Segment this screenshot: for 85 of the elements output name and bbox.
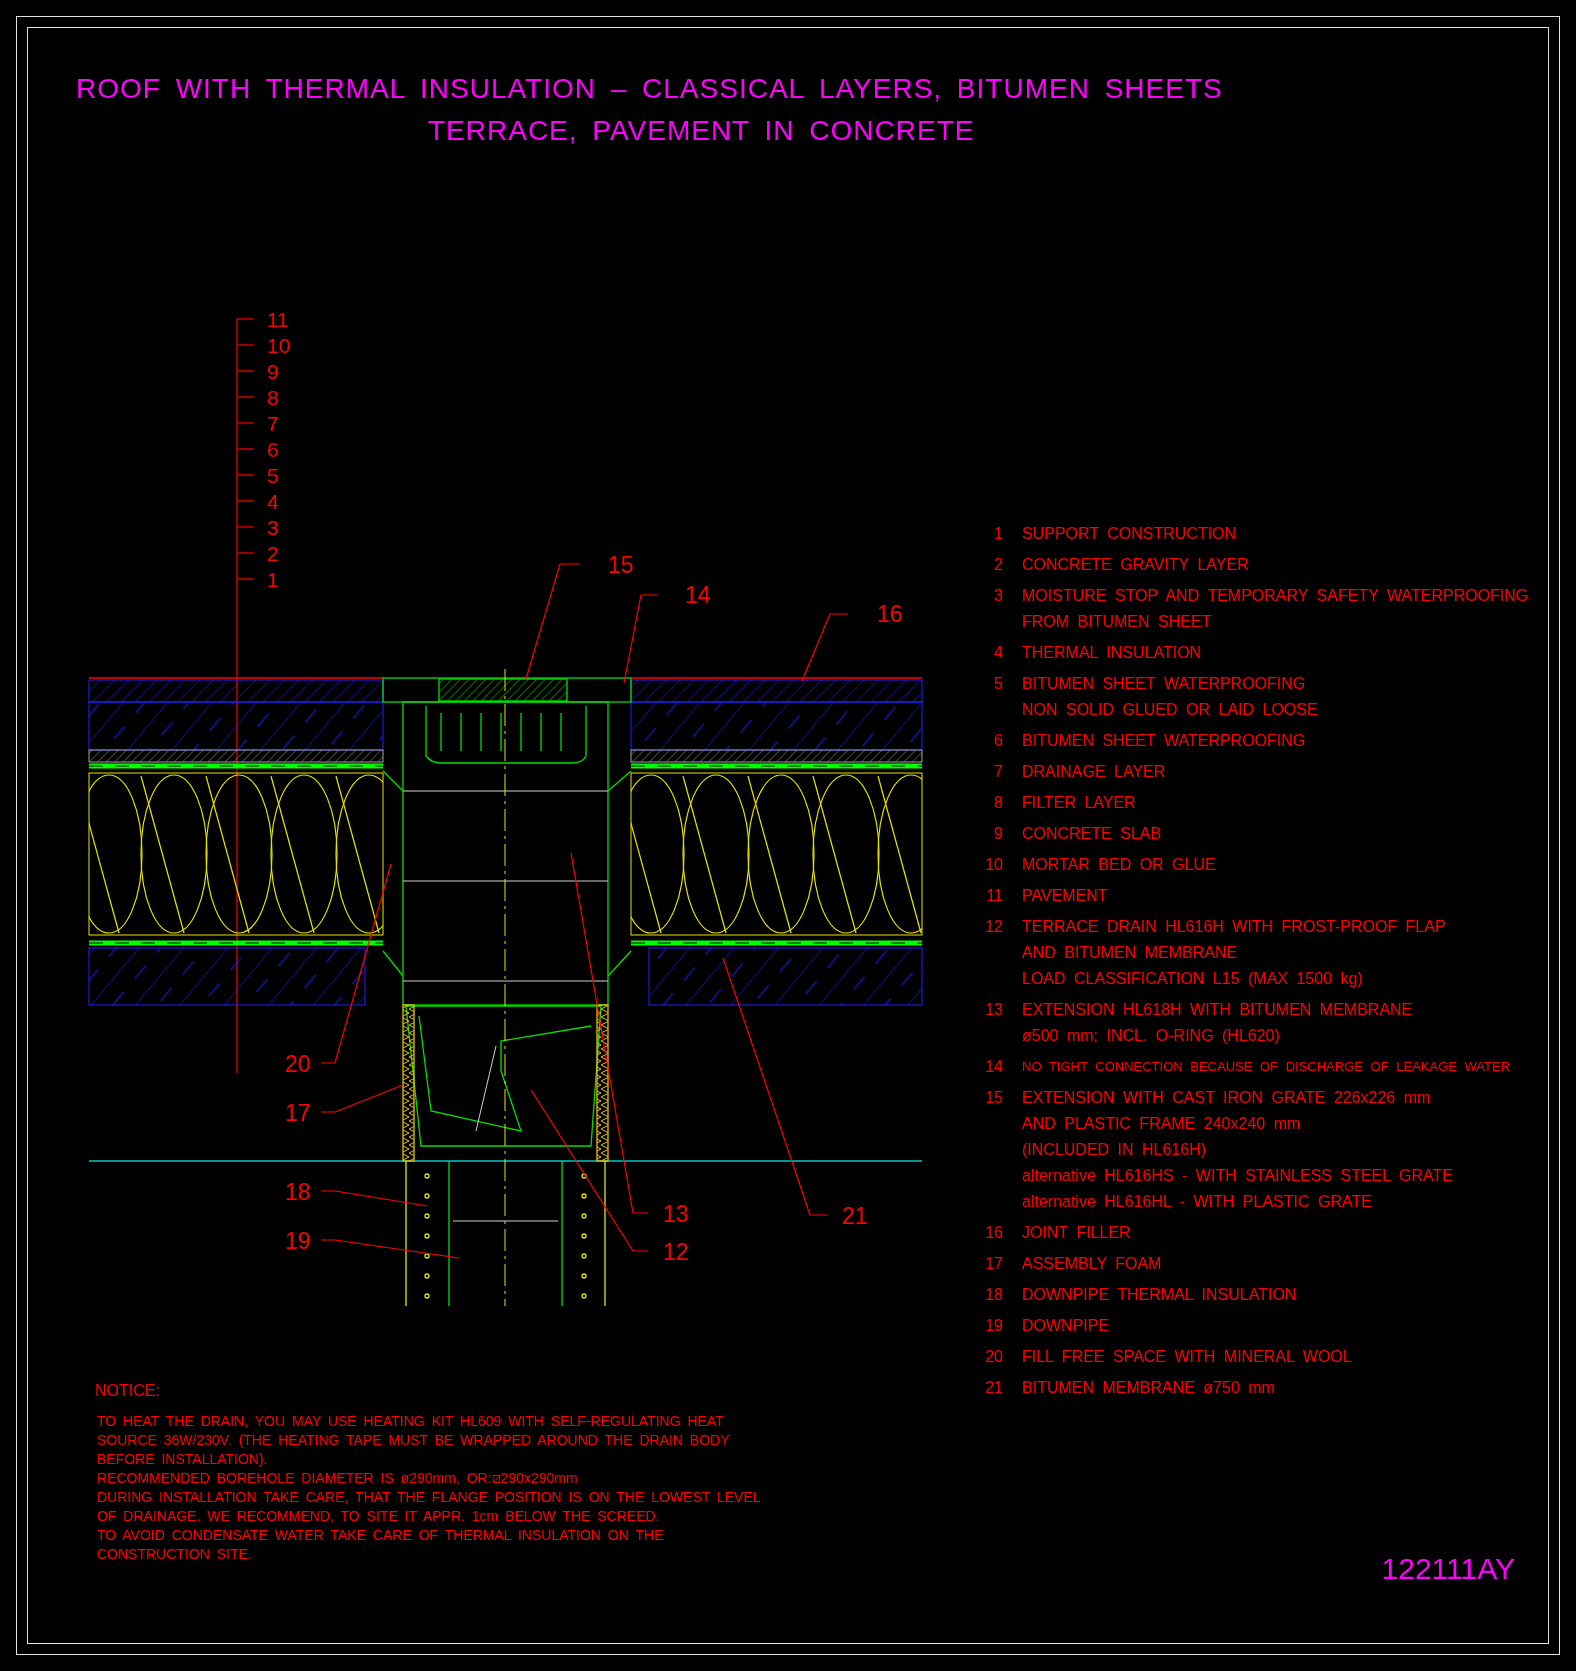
level-label: 8 <box>267 386 279 409</box>
legend-number: 3 <box>993 586 1003 606</box>
legend-text: DOWNPIPE THERMAL INSULATION <box>1022 1285 1297 1305</box>
legend-text: PAVEMENT <box>1022 886 1108 906</box>
legend-number: 8 <box>993 793 1003 813</box>
legend-number: 9 <box>993 824 1003 844</box>
legend-number: 1 <box>993 524 1003 544</box>
drawing-number: 122111AY <box>1381 1551 1515 1587</box>
legend-number: 20 <box>984 1347 1003 1367</box>
legend-number: 19 <box>984 1316 1003 1336</box>
legend-text: FILL FREE SPACE WITH MINERAL WOOL <box>1022 1347 1352 1367</box>
legend-number: 12 <box>984 917 1003 937</box>
legend-text: CONCRETE GRAVITY LAYER <box>1022 555 1249 575</box>
notice-text: RECOMMENDED BOREHOLE DIAMETER IS ø290mm, OR:⧄290x290mm <box>97 1469 578 1488</box>
legend-text: CONCRETE SLAB <box>1022 824 1162 844</box>
legend-text: FROM BITUMEN SHEET <box>1022 612 1212 632</box>
legend-number: 17 <box>984 1254 1003 1274</box>
notice-text: TO HEAT THE DRAIN, YOU MAY USE HEATING KIT HL609 WITH SELF-REGULATING HEAT <box>97 1412 724 1431</box>
legend-number: 6 <box>993 731 1003 751</box>
callout-number: 17 <box>285 1100 311 1126</box>
legend-text: FILTER LAYER <box>1022 793 1136 813</box>
notice-text: DURING INSTALLATION TAKE CARE, THAT THE FLANGE POSITION IS ON THE LOWEST LEVEL <box>97 1488 761 1507</box>
callout-number: 14 <box>685 582 711 608</box>
callout-number: 19 <box>285 1228 311 1254</box>
legend-number: 18 <box>984 1285 1003 1305</box>
level-label: 5 <box>267 464 279 487</box>
legend-text: EXTENSION WITH CAST IRON GRATE 226x226 mm <box>1022 1088 1431 1108</box>
level-label: 7 <box>267 412 279 435</box>
legend-text: EXTENSION HL618H WITH BITUMEN MEMBRANE <box>1022 1000 1413 1020</box>
legend-text: MOISTURE STOP AND TEMPORARY SAFETY WATERPROOFING <box>1022 586 1529 606</box>
level-label: 2 <box>267 542 279 565</box>
legend-text: JOINT FILLER <box>1022 1223 1131 1243</box>
legend-number: 21 <box>984 1378 1003 1398</box>
legend-number: 16 <box>984 1223 1003 1243</box>
callout-number: 21 <box>842 1203 868 1229</box>
legend-number: 10 <box>984 855 1003 875</box>
legend-text: DRAINAGE LAYER <box>1022 762 1166 782</box>
legend-text: SUPPORT CONSTRUCTION <box>1022 524 1237 544</box>
legend-number: 2 <box>993 555 1003 575</box>
legend-text: BITUMEN SHEET WATERPROOFING <box>1022 674 1306 694</box>
legend-number: 5 <box>993 674 1003 694</box>
notice-text: TO AVOID CONDENSATE WATER TAKE CARE OF THERMAL INSULATION ON THE <box>97 1526 664 1545</box>
legend-text: BITUMEN MEMBRANE ø750 mm <box>1022 1378 1275 1398</box>
drawing-title: TERRACE, PAVEMENT IN CONCRETE <box>428 114 976 148</box>
legend-number: 14 <box>984 1057 1003 1077</box>
level-label: 9 <box>267 360 279 383</box>
level-label: 1 <box>267 568 279 591</box>
legend-text: DOWNPIPE <box>1022 1316 1110 1336</box>
level-label: 11 <box>267 308 289 331</box>
callout-number: 16 <box>877 601 903 627</box>
legend-number: 4 <box>993 643 1003 663</box>
legend-text: ASSEMBLY FOAM <box>1022 1254 1162 1274</box>
legend-text: alternative HL616HL - WITH PLASTIC GRATE <box>1022 1192 1372 1212</box>
legend-text: LOAD CLASSIFICATION L15 (MAX 1500 kg) <box>1022 969 1363 989</box>
legend-text: AND BITUMEN MEMBRANE <box>1022 943 1238 963</box>
callout-number: 12 <box>663 1239 689 1265</box>
legend-number: 13 <box>984 1000 1003 1020</box>
callout-number: 15 <box>608 552 634 578</box>
notice-text: BEFORE INSTALLATION). <box>97 1450 268 1469</box>
notice-text: CONSTRUCTION SITE. <box>97 1545 252 1564</box>
notice-text: OF DRAINAGE. WE RECOMMEND, TO SITE IT APPR. 1cm BELOW THE SCREED. <box>97 1507 660 1526</box>
drawing-title: ROOF WITH THERMAL INSULATION – CLASSICAL LAYERS, BITUMEN SHEETS <box>76 72 1224 106</box>
legend-text: AND PLASTIC FRAME 240x240 mm <box>1022 1114 1301 1134</box>
legend-text: alternative HL616HS - WITH STAINLESS STEEL GRATE <box>1022 1166 1453 1186</box>
leader-line <box>801 613 849 682</box>
callout-number: 13 <box>663 1201 689 1227</box>
level-label: 10 <box>267 334 291 357</box>
notice-heading: NOTICE: <box>95 1381 160 1401</box>
level-label: 3 <box>267 516 279 539</box>
callout-number: 18 <box>285 1179 311 1205</box>
legend-text: THERMAL INSULATION <box>1022 643 1202 663</box>
level-label: 6 <box>267 438 279 461</box>
legend-text: BITUMEN SHEET WATERPROOFING <box>1022 731 1306 751</box>
legend-number: 7 <box>993 762 1003 782</box>
legend-number: 11 <box>985 886 1003 906</box>
legend-text: NO TIGHT CONNECTION BECAUSE OF DISCHARGE OF LEAKAGE WATER <box>1022 1058 1511 1076</box>
legend-text: NON SOLID GLUED OR LAID LOOSE <box>1022 700 1318 720</box>
level-label: 4 <box>267 490 279 513</box>
notice-text: SOURCE 36W/230V. (THE HEATING TAPE MUST BE WRAPPED AROUND THE DRAIN BODY <box>97 1431 730 1450</box>
legend-text: TERRACE DRAIN HL616H WITH FROST-PROOF FLAP <box>1022 917 1446 937</box>
legend-text: ø500 mm; INCL. O-RING (HL620) <box>1022 1026 1280 1046</box>
legend-text: (INCLUDED IN HL616H) <box>1022 1140 1207 1160</box>
callout-number: 20 <box>285 1051 311 1077</box>
legend-text: MORTAR BED OR GLUE <box>1022 855 1216 875</box>
legend-number: 15 <box>984 1088 1003 1108</box>
